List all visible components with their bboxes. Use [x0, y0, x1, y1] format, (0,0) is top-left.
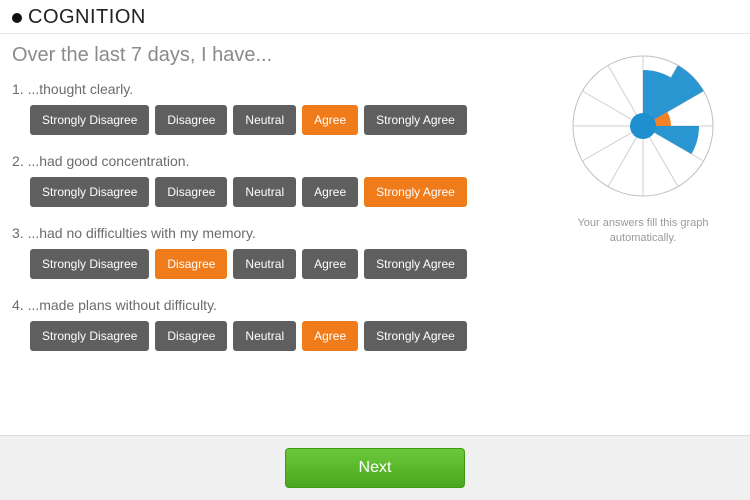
options-group: Strongly DisagreeDisagreeNeutralAgreeStr…: [12, 105, 548, 135]
question-text: 2. ...had good concentration.: [12, 153, 548, 169]
questions-panel: Over the last 7 days, I have... 1. ...th…: [12, 42, 548, 435]
radar-chart: [563, 46, 723, 206]
question-row: 4. ...made plans without difficulty. Stro…: [12, 297, 548, 351]
prompt-text: Over the last 7 days, I have...: [12, 44, 548, 67]
question-text: 1. ...thought clearly.: [12, 81, 548, 97]
option-button[interactable]: Strongly Agree: [364, 105, 467, 135]
section-title: COGNITION: [12, 6, 738, 29]
option-button[interactable]: Agree: [302, 249, 358, 279]
option-button[interactable]: Strongly Agree: [364, 249, 467, 279]
options-group: Strongly DisagreeDisagreeNeutralAgreeStr…: [12, 177, 548, 207]
option-button[interactable]: Agree: [302, 177, 358, 207]
footer: Next: [0, 435, 750, 500]
graph-panel: Your answers fill this graph automatical…: [548, 42, 738, 435]
option-button[interactable]: Neutral: [233, 105, 296, 135]
option-button[interactable]: Neutral: [233, 249, 296, 279]
option-button[interactable]: Neutral: [233, 321, 296, 351]
option-button[interactable]: Strongly Agree: [364, 177, 467, 207]
option-button[interactable]: Disagree: [155, 177, 227, 207]
option-button[interactable]: Strongly Disagree: [30, 321, 149, 351]
question-text: 3. ...had no difficulties with my memory…: [12, 225, 548, 241]
option-button[interactable]: Neutral: [233, 177, 296, 207]
section-title-text: COGNITION: [28, 6, 146, 28]
question-row: 1. ...thought clearly. Strongly DisagreeD…: [12, 81, 548, 135]
question-text: 4. ...made plans without difficulty.: [12, 297, 548, 313]
option-button[interactable]: Agree: [302, 321, 358, 351]
option-button[interactable]: Strongly Agree: [364, 321, 467, 351]
graph-caption: Your answers fill this graph automatical…: [548, 216, 738, 247]
options-group: Strongly DisagreeDisagreeNeutralAgreeStr…: [12, 321, 548, 351]
bullet-icon: [12, 13, 22, 23]
option-button[interactable]: Disagree: [155, 249, 227, 279]
options-group: Strongly DisagreeDisagreeNeutralAgreeStr…: [12, 249, 548, 279]
option-button[interactable]: Agree: [302, 105, 358, 135]
next-button[interactable]: Next: [285, 448, 465, 488]
option-button[interactable]: Strongly Disagree: [30, 105, 149, 135]
option-button[interactable]: Disagree: [155, 105, 227, 135]
option-button[interactable]: Strongly Disagree: [30, 177, 149, 207]
question-row: 2. ...had good concentration. Strongly Di…: [12, 153, 548, 207]
question-row: 3. ...had no difficulties with my memory…: [12, 225, 548, 279]
option-button[interactable]: Disagree: [155, 321, 227, 351]
option-button[interactable]: Strongly Disagree: [30, 249, 149, 279]
section-header: COGNITION: [0, 0, 750, 34]
